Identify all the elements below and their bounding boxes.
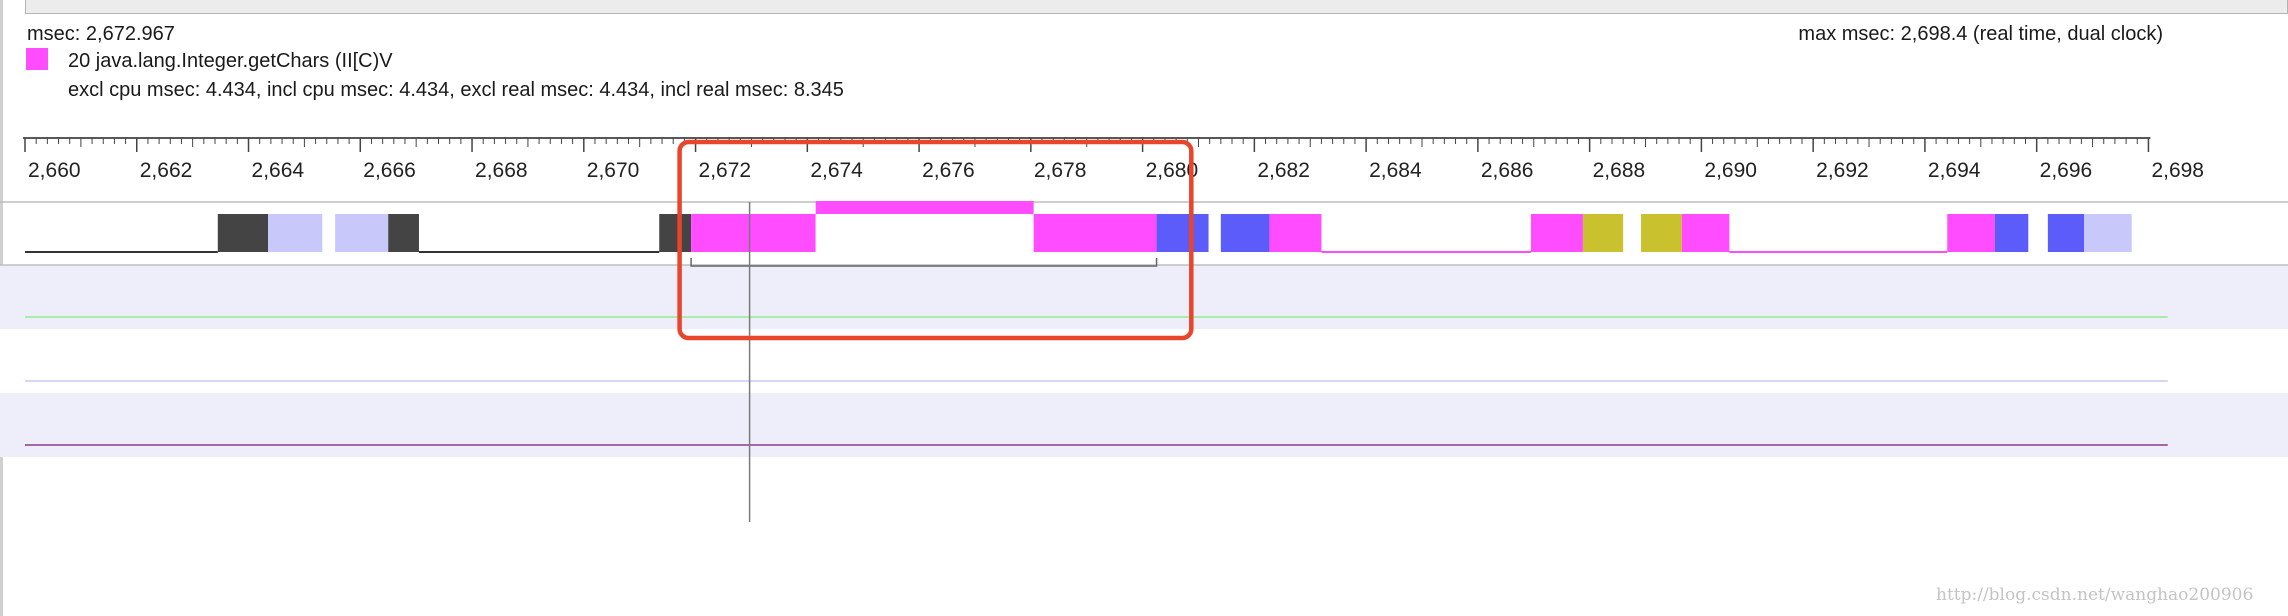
- method-call-segment[interactable]: [2047, 214, 2085, 252]
- ruler-tick-label: 2,688: [1593, 159, 1646, 182]
- main-thread-track[interactable]: [25, 201, 2132, 267]
- track-background: [0, 265, 2288, 329]
- method-call-segment[interactable]: [268, 214, 323, 252]
- method-call-segment[interactable]: [1033, 214, 1157, 252]
- thread-tracks: [0, 265, 2288, 457]
- method-call-segment[interactable]: [1220, 214, 1270, 252]
- method-call-segment[interactable]: [1681, 214, 1730, 252]
- ruler-tick-label: 2,684: [1369, 159, 1422, 182]
- ruler-tick-label: 2,660: [28, 159, 81, 182]
- ruler-tick-label: 2,678: [1034, 159, 1087, 182]
- selected-call-cap: [815, 201, 1034, 214]
- ruler-tick-label: 2,668: [475, 159, 528, 182]
- method-call-segment[interactable]: [335, 214, 389, 252]
- method-call-segment[interactable]: [1269, 214, 1322, 252]
- method-call-segment[interactable]: [1994, 214, 2029, 252]
- ruler-tick-label: 2,690: [1704, 159, 1757, 182]
- ruler-tick-label: 2,670: [587, 159, 640, 182]
- method-call-segment[interactable]: [1582, 214, 1624, 252]
- method-call-segment[interactable]: [815, 214, 1034, 252]
- track-background: [0, 393, 2288, 457]
- method-call-segment[interactable]: [217, 214, 269, 252]
- method-call-segment[interactable]: [1530, 214, 1583, 252]
- method-call-segment[interactable]: [388, 214, 419, 252]
- method-call-segment[interactable]: [1641, 214, 1682, 252]
- ruler-tick-label: 2,694: [1928, 159, 1981, 182]
- watermark: http://blog.csdn.net/wanghao200906: [1936, 585, 2254, 605]
- method-call-segment[interactable]: [2084, 214, 2132, 252]
- ruler-tick-label: 2,676: [922, 159, 975, 182]
- ruler-tick-label: 2,674: [810, 159, 863, 182]
- ruler-tick-label: 2,662: [140, 159, 193, 182]
- ruler-tick-label: 2,666: [363, 159, 416, 182]
- method-call-segment[interactable]: [659, 214, 692, 252]
- ruler-tick-label: 2,692: [1816, 159, 1869, 182]
- ruler-tick-label: 2,664: [252, 159, 305, 182]
- ruler-tick-label: 2,696: [2040, 159, 2093, 182]
- method-call-segment[interactable]: [1156, 214, 1209, 252]
- method-call-segment[interactable]: [691, 214, 816, 252]
- method-call-segment[interactable]: [1947, 214, 1995, 252]
- ruler-tick-label: 2,698: [2151, 159, 2204, 182]
- ruler-tick-label: 2,686: [1481, 159, 1534, 182]
- ruler-tick-label: 2,672: [699, 159, 752, 182]
- timeline-view[interactable]: 2,660 2,662 2,664 2,666 2,668 2,670 2,672 2,674…: [0, 0, 2288, 616]
- ruler-tick-label: 2,682: [1257, 159, 1310, 182]
